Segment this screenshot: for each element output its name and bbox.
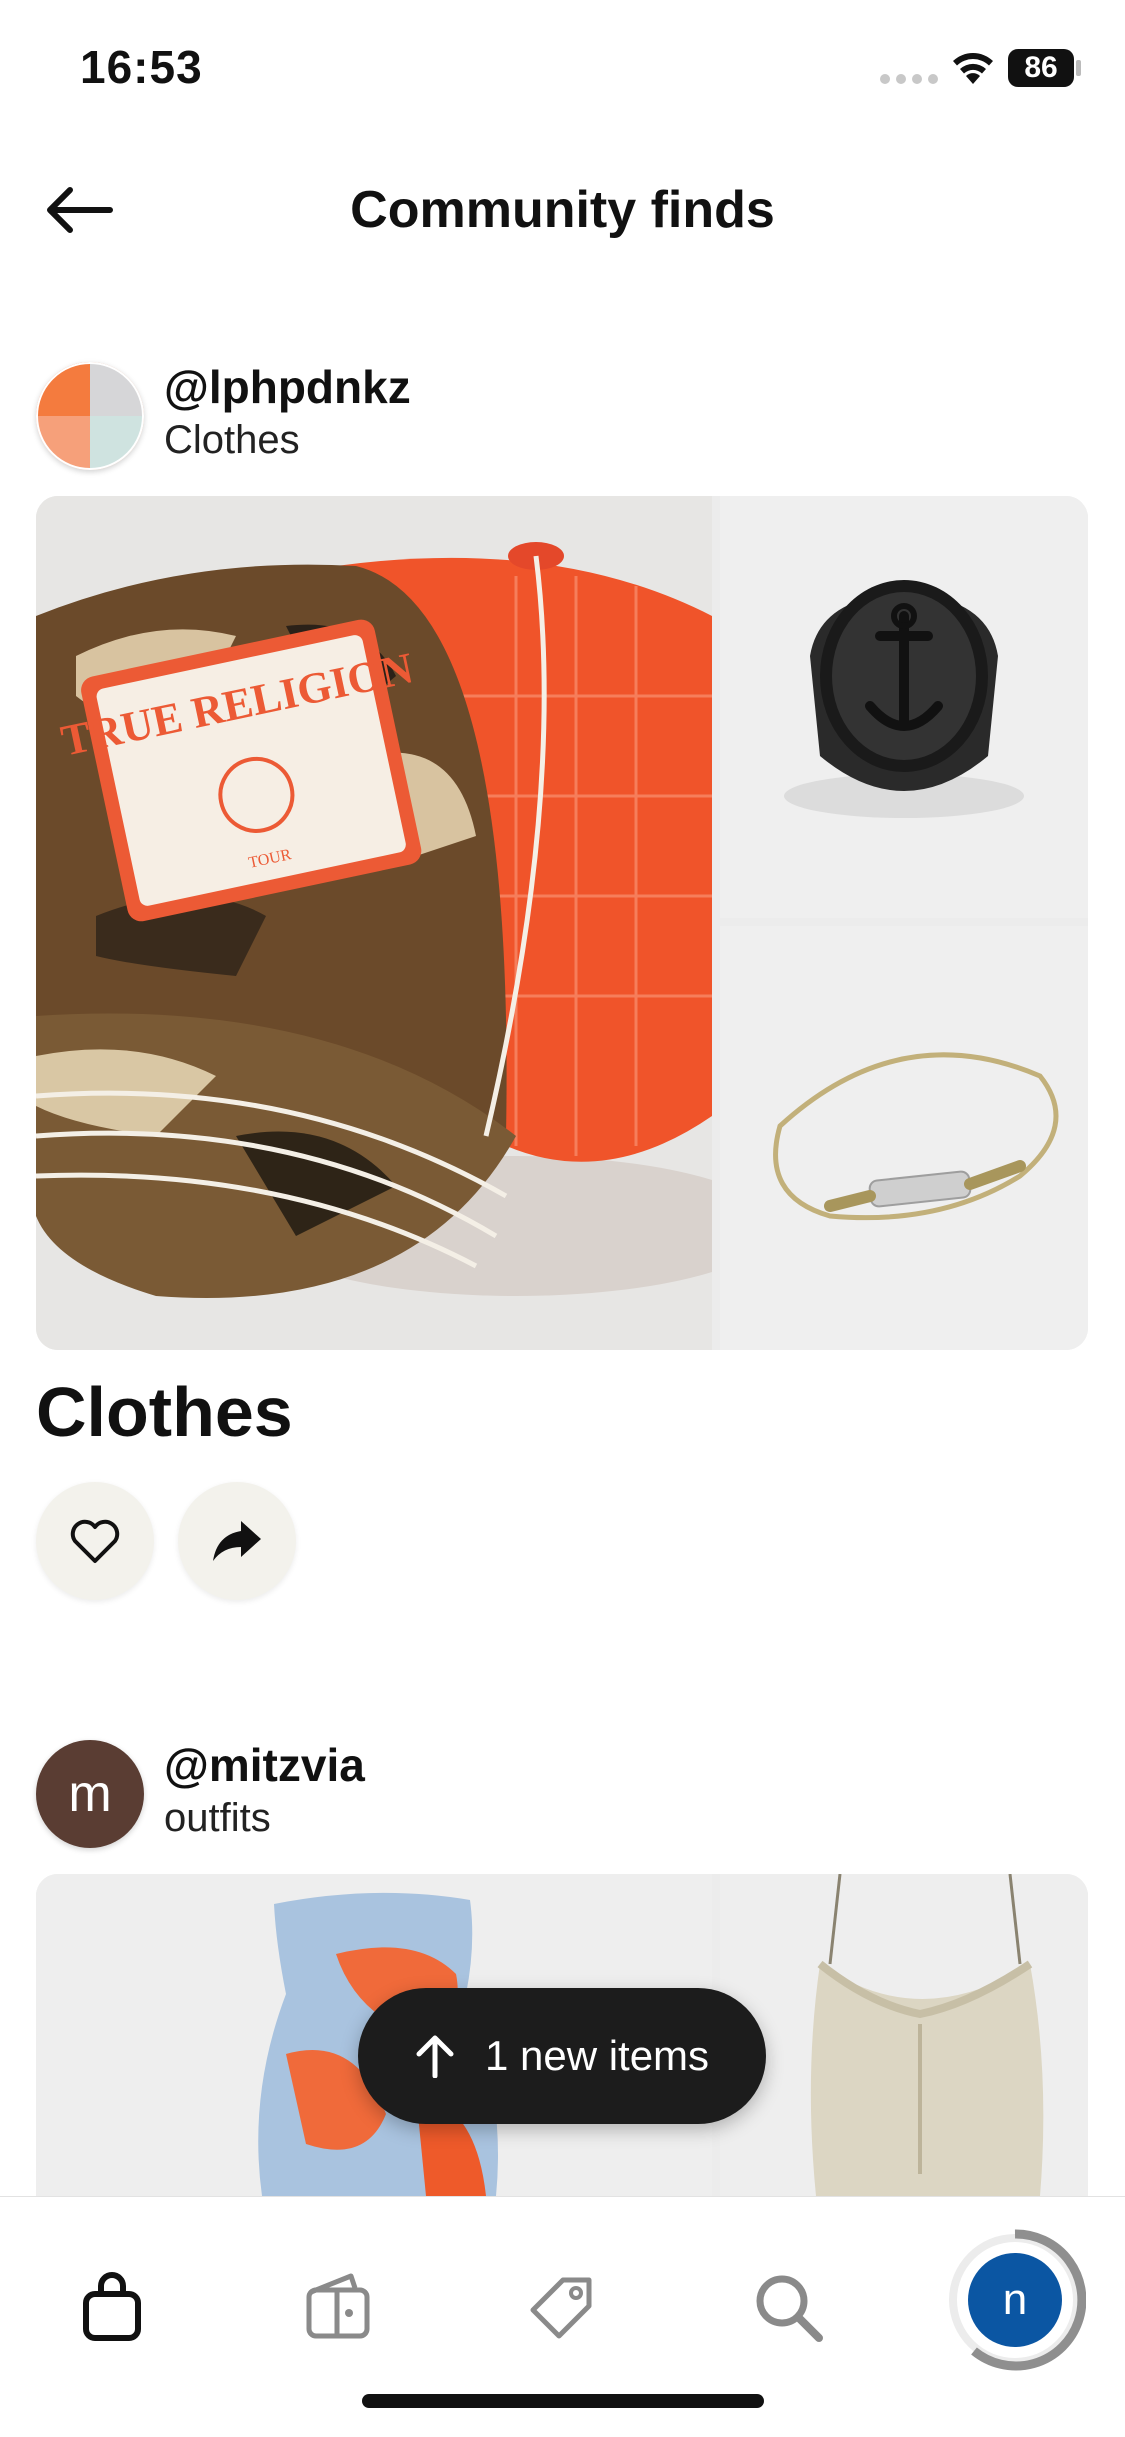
tag-icon [530, 2277, 592, 2339]
battery-icon: 86 [1008, 49, 1074, 87]
username[interactable]: @mitzvia [164, 1738, 365, 1792]
board-title: Clothes [36, 1373, 293, 1451]
board-name: outfits [164, 1796, 271, 1840]
avatar[interactable]: m [36, 1740, 144, 1848]
tab-profile[interactable]: n [944, 2229, 1086, 2371]
tab-deals[interactable] [512, 2257, 612, 2357]
avatar[interactable] [36, 362, 144, 470]
battery-tip [1076, 60, 1081, 76]
wallet-icon [306, 2273, 370, 2339]
trucker-cap-image: TRUE RELIGION TOUR [36, 496, 712, 1350]
anchor-ring-image [720, 496, 1088, 918]
page-title: Community finds [350, 181, 775, 239]
like-button[interactable] [36, 1482, 154, 1600]
avatar-image [36, 362, 144, 470]
board-name: Clothes [164, 418, 300, 462]
product-image-cap[interactable]: TRUE RELIGION TOUR [36, 496, 712, 1350]
product-image-top[interactable] [720, 1874, 1088, 2196]
new-items-button[interactable]: 1 new items [358, 1988, 766, 2124]
header: Community finds [0, 160, 1125, 260]
product-image-ring[interactable] [720, 496, 1088, 918]
shopping-bag-icon [83, 2272, 141, 2341]
ruffle-cami-top-image [720, 1874, 1088, 2196]
tab-search[interactable] [738, 2257, 838, 2357]
share-arrow-icon [213, 1521, 261, 1561]
product-image-bracelet[interactable] [720, 926, 1088, 1350]
post-header[interactable]: @lphpdnkz Clothes [36, 360, 1036, 474]
username[interactable]: @lphpdnkz [164, 360, 411, 414]
search-icon [756, 2275, 823, 2342]
cellular-signal-icon [880, 74, 938, 84]
arrow-up-icon [416, 2035, 454, 2078]
heart-icon [70, 1519, 120, 1563]
profile-avatar: n [968, 2253, 1062, 2347]
home-indicator [362, 2394, 764, 2408]
wifi-icon [953, 53, 993, 84]
share-button[interactable] [178, 1482, 296, 1600]
tab-boards[interactable] [288, 2257, 388, 2357]
board-collage[interactable]: TRUE RELIGION TOUR [36, 496, 1088, 1350]
new-items-label: 1 new items [484, 2032, 710, 2079]
post-header[interactable]: m @mitzvia outfits [36, 1738, 1036, 1852]
status-bar: 16:53 86 [0, 0, 1125, 140]
status-time: 16:53 [80, 41, 203, 93]
tab-shop[interactable] [62, 2257, 162, 2357]
cord-bracelet-image [720, 926, 1088, 1350]
